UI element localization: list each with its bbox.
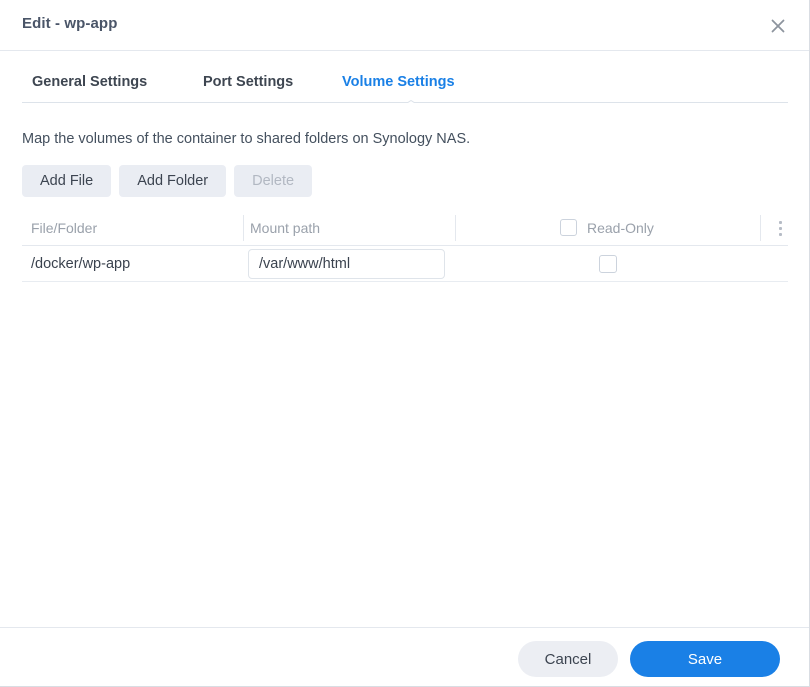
dialog-footer: Cancel Save [0,627,809,686]
dialog-title: Edit - wp-app [22,15,118,32]
add-file-button[interactable]: Add File [22,165,112,197]
volume-table: File/Folder Mount path Read-Only /docker… [22,210,788,282]
delete-button: Delete [234,165,313,197]
volume-toolbar: Add File Add Folder Delete [22,165,313,197]
add-folder-button[interactable]: Add Folder [119,165,227,197]
column-divider [455,215,456,241]
more-vertical-icon[interactable] [773,221,787,236]
table-header-row: File/Folder Mount path Read-Only [22,210,788,246]
header-read-only-checkbox[interactable] [560,219,577,236]
close-icon[interactable] [764,12,792,40]
tab-port-settings[interactable]: Port Settings [203,74,293,90]
column-header-read-only[interactable]: Read-Only [587,220,654,236]
tab-general-settings[interactable]: General Settings [32,74,147,90]
tab-volume-settings[interactable]: Volume Settings [342,74,455,90]
table-row: /docker/wp-app [22,246,788,282]
column-divider [243,215,244,241]
column-header-file-folder[interactable]: File/Folder [31,220,97,236]
save-button[interactable]: Save [630,641,780,677]
column-header-mount-path[interactable]: Mount path [250,220,320,236]
footer-actions: Cancel Save [518,641,780,677]
dialog-titlebar: Edit - wp-app [0,0,809,51]
mount-path-input[interactable] [248,249,445,279]
active-tab-caret-icon [400,95,422,103]
column-divider [760,215,761,241]
row-read-only-checkbox[interactable] [599,255,617,273]
volume-description: Map the volumes of the container to shar… [22,131,471,147]
edit-container-dialog: Edit - wp-app General Settings Port Sett… [0,0,810,687]
cell-file-folder: /docker/wp-app [31,256,131,272]
cancel-button[interactable]: Cancel [518,641,618,677]
